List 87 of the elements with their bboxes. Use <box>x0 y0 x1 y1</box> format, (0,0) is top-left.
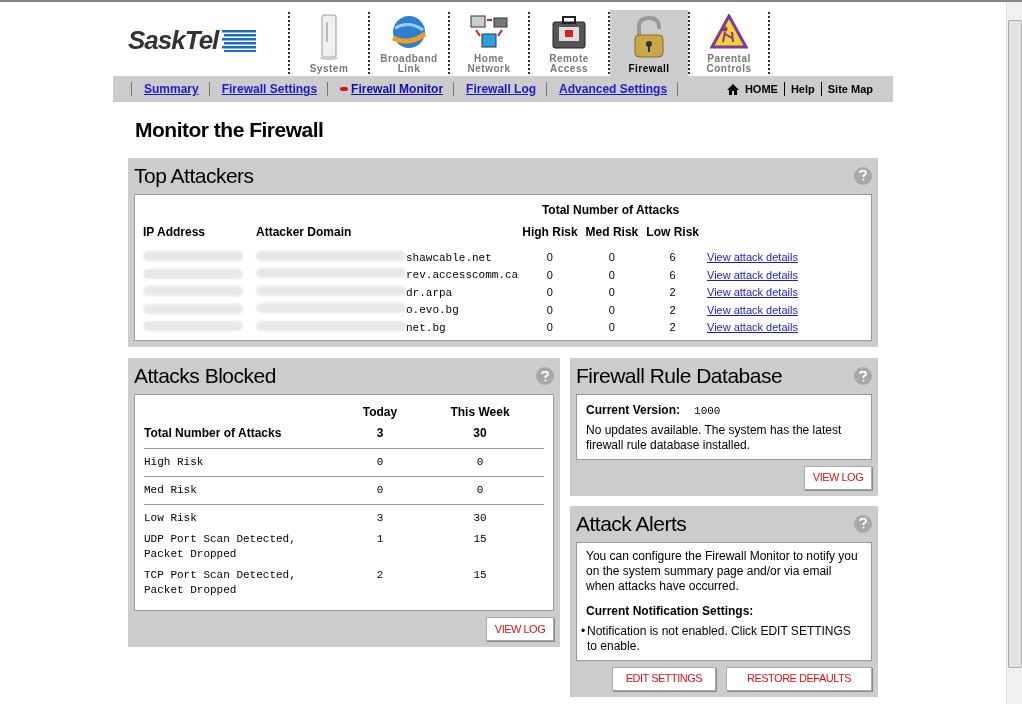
table-cell-text: 2 <box>668 285 677 300</box>
table-cell-text: 3 <box>375 511 385 526</box>
table-cell-text: 0 <box>545 320 554 335</box>
subnav-link[interactable]: Firewall Settings <box>221 80 318 98</box>
subnav-link[interactable]: Firewall Log <box>466 80 537 98</box>
modem-icon <box>318 14 340 60</box>
setting-text: Notification is not enabled. Click EDIT SETTINGS to enable. <box>587 623 852 654</box>
home-icon <box>726 83 739 95</box>
help-icon[interactable] <box>536 367 554 385</box>
subnav-link[interactable]: Advanced Settings <box>559 80 668 98</box>
table-cell: net.bg <box>406 321 446 334</box>
panel-title: Top Attackers <box>134 162 254 189</box>
utility-link[interactable]: Help <box>790 80 815 98</box>
column-heading: High Risk <box>521 223 579 241</box>
table-cell: dr.arpa <box>406 286 453 299</box>
table-cell-text: 2 <box>668 302 677 318</box>
action-button[interactable]: VIEW LOG <box>486 617 554 641</box>
table-cell-text: 1 <box>375 532 385 547</box>
panel-title: Attacks Blocked <box>134 363 276 390</box>
column-heading: Low Risk <box>645 223 700 241</box>
action-button[interactable]: EDIT SETTINGS <box>612 666 716 691</box>
column-heading: Med Risk <box>584 223 640 241</box>
settings-heading: Current Notification Settings: <box>586 603 755 619</box>
panel-title: Firewall Rule Database <box>576 363 783 390</box>
nav-tab[interactable]: Firewall <box>610 10 688 76</box>
table-cell-text: 0 <box>545 302 554 318</box>
table-cell: shawcable.net <box>406 251 492 264</box>
table-cell-text: 0 <box>545 250 554 265</box>
column-heading: Today <box>361 404 399 421</box>
logo-stripes-icon <box>222 29 257 52</box>
details-link[interactable]: View attack details <box>707 303 798 316</box>
action-button[interactable]: RESTORE DEFAULTS <box>726 666 872 691</box>
table-cell-text: 6 <box>668 267 677 283</box>
warning-sign-icon <box>710 14 748 50</box>
active-marker <box>340 87 349 91</box>
help-icon[interactable] <box>854 514 872 533</box>
utility-link[interactable]: HOME <box>744 80 778 98</box>
details-link[interactable]: View attack details <box>707 268 798 281</box>
column-heading: Attacker Domain <box>256 223 353 241</box>
details-link[interactable]: View attack details <box>707 251 798 263</box>
description-text: You can configure the Firewall Monitor to notify you on the system summary page and/or via email when attacks have occurred. <box>586 548 859 594</box>
details-link[interactable]: View attack details <box>707 286 798 298</box>
table-cell-text: 3 <box>375 425 385 442</box>
table-cell: 0 <box>518 266 582 284</box>
status-message: No updates available. The system has the latest firewall rule database installed. <box>586 422 843 453</box>
table-cell-text: 0 <box>607 267 616 283</box>
row-label: Med Risk <box>144 483 198 498</box>
page-title: Monitor the Firewall <box>134 117 325 143</box>
row-label: High Risk <box>144 455 205 470</box>
table-cell-text: 0 <box>607 285 616 300</box>
subnav-link[interactable]: Summary <box>144 80 199 98</box>
table-cell-text: 30 <box>472 425 488 442</box>
table-cell-text: 0 <box>475 455 485 470</box>
table-cell-text: 0 <box>375 483 385 498</box>
table-cell: rev.accesscomm.ca <box>406 269 519 281</box>
table-cell: o.evo.bg <box>406 304 459 316</box>
table-cell-text: 0 <box>475 483 485 498</box>
logo[interactable]: SaskTel <box>128 21 219 60</box>
table-cell-text: 0 <box>607 302 616 318</box>
table-cell-text: 2 <box>375 568 385 583</box>
table-cell-text: 15 <box>472 532 488 547</box>
column-heading: This Week <box>449 404 511 421</box>
subnav-link[interactable]: Firewall Monitor <box>351 80 444 98</box>
panel-title: Attack Alerts <box>576 510 687 537</box>
row-label: TCP Port Scan Detected, Packet Dropped <box>144 568 297 598</box>
action-button[interactable]: VIEW LOG <box>804 465 872 490</box>
table-cell-text: 15 <box>472 568 488 583</box>
help-icon[interactable] <box>854 166 872 185</box>
table-cell-text: 0 <box>607 320 616 335</box>
row-label: UDP Port Scan Detected, Packet Dropped <box>144 532 297 562</box>
table-cell-text: 30 <box>472 511 488 526</box>
column-group-heading: Total Number of Attacks <box>540 201 681 219</box>
table-cell-text: 2 <box>668 320 677 335</box>
row-label: Total Number of Attacks <box>144 425 283 442</box>
version-value: 1000 <box>694 404 721 419</box>
padlock-icon <box>631 15 667 59</box>
row-label: Low Risk <box>144 511 198 526</box>
table-cell-text: 0 <box>545 285 554 300</box>
details-link[interactable]: View attack details <box>707 321 798 333</box>
field-label: Current Version: <box>586 402 681 419</box>
help-icon[interactable] <box>854 367 872 385</box>
table-cell-text: 0 <box>375 455 385 470</box>
utility-link[interactable]: Site Map <box>827 80 873 98</box>
column-heading: IP Address <box>143 222 256 249</box>
table-cell-text: 0 <box>607 250 616 265</box>
bullet: • <box>581 623 587 640</box>
table-cell-text: 6 <box>668 250 677 265</box>
